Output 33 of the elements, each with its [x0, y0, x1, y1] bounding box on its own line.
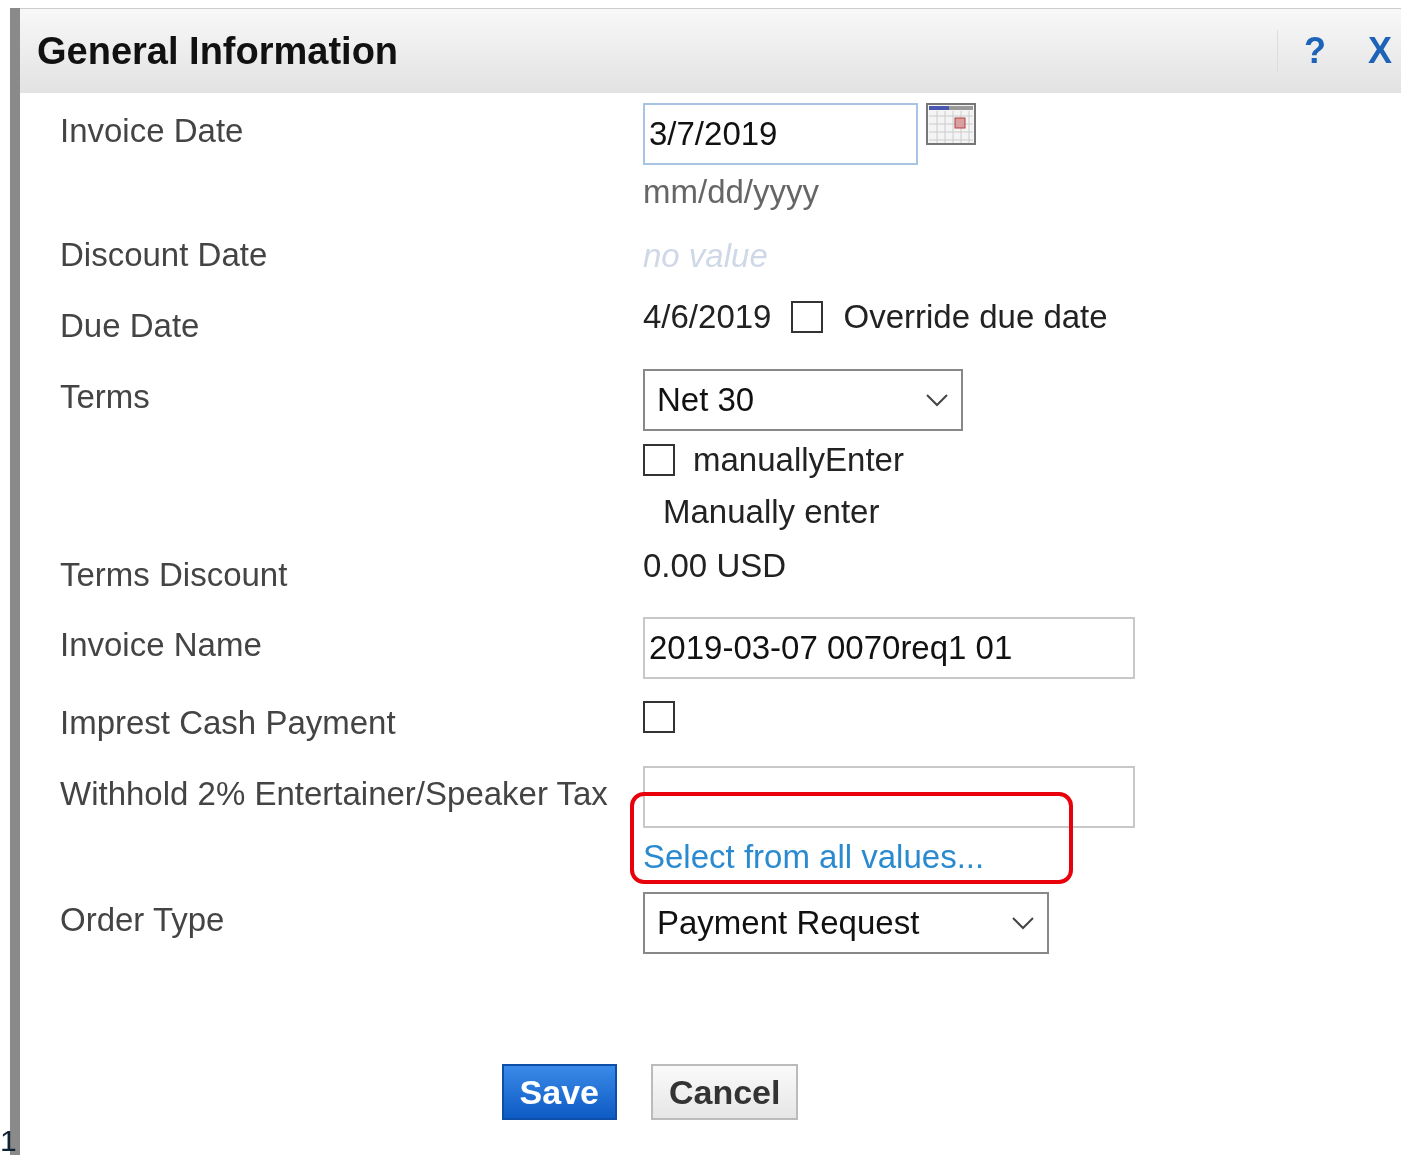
checkbox-label: Override due date	[843, 297, 1108, 336]
date-format-hint: mm/dd/yyyy	[643, 173, 820, 211]
field-label: Order Type	[60, 900, 226, 941]
field-label: Terms	[60, 376, 151, 417]
field-value: 0.00 USD	[643, 546, 787, 585]
text-field[interactable]: 2019-03-07 0070req1 01	[643, 617, 1135, 680]
dropdown[interactable]: Payment Request	[643, 892, 1049, 955]
dialog-title: General Information	[37, 29, 399, 73]
edge-text: 1	[0, 1124, 17, 1155]
due-date-value: 4/6/2019	[643, 297, 772, 336]
text-field[interactable]	[643, 766, 1135, 829]
close-button[interactable]: X	[1362, 30, 1398, 72]
chevron-down-icon	[925, 392, 949, 407]
select-values-link[interactable]: Select from all values...	[643, 838, 985, 876]
checkbox[interactable]	[643, 443, 675, 476]
date-field[interactable]: 3/7/2019	[643, 103, 918, 165]
help-button[interactable]: ?	[1298, 30, 1332, 72]
field-label: Imprest Cash Payment	[60, 703, 397, 744]
checkbox-label: manuallyEnter	[693, 440, 904, 479]
field-label: Terms Discount	[60, 554, 289, 595]
checkbox[interactable]	[791, 300, 824, 333]
field-label: Discount Date	[60, 235, 269, 275]
field-label: Invoice Name	[60, 625, 263, 666]
field-label: Withhold 2% Entertainer/Speaker Tax	[60, 774, 609, 815]
dropdown[interactable]: Net 30	[643, 368, 963, 431]
field-label: Due Date	[60, 305, 201, 346]
save-button[interactable]: Save	[501, 1064, 617, 1121]
field-label: Invoice Date	[60, 111, 245, 151]
checkbox[interactable]	[643, 701, 675, 734]
note-text: Manually enter	[663, 492, 880, 531]
calendar-icon[interactable]	[926, 103, 976, 145]
cancel-button[interactable]: Cancel	[650, 1064, 799, 1121]
chevron-down-icon	[1011, 916, 1035, 931]
